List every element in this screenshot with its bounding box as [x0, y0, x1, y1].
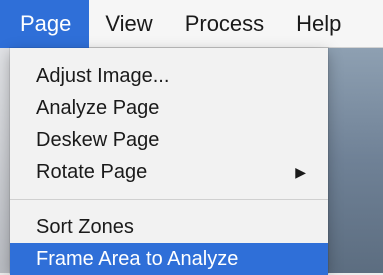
menu-page[interactable]: Page — [0, 0, 90, 48]
menu-item-frame-area-to-analyze[interactable]: Frame Area to Analyze — [10, 243, 328, 275]
triangle-right-icon: ▶ — [295, 164, 306, 180]
menu-item-adjust-image[interactable]: Adjust Image... — [10, 60, 328, 92]
menu-process[interactable]: Process — [169, 0, 280, 48]
menu-item-sort-zones[interactable]: Sort Zones — [10, 211, 328, 243]
background-window — [323, 48, 383, 273]
menu-separator — [10, 199, 328, 200]
menu-item-rotate-page[interactable]: Rotate Page ▶ — [10, 156, 328, 188]
page-menu-dropdown: Adjust Image... Analyze Page Deskew Page… — [10, 48, 328, 275]
menu-item-analyze-page[interactable]: Analyze Page — [10, 92, 328, 124]
menu-item-deskew-page[interactable]: Deskew Page — [10, 124, 328, 156]
menu-view[interactable]: View — [89, 0, 168, 48]
menu-item-label: Rotate Page — [36, 161, 148, 183]
menu-bar: Page View Process Help — [0, 0, 383, 48]
menu-help[interactable]: Help — [280, 0, 357, 48]
